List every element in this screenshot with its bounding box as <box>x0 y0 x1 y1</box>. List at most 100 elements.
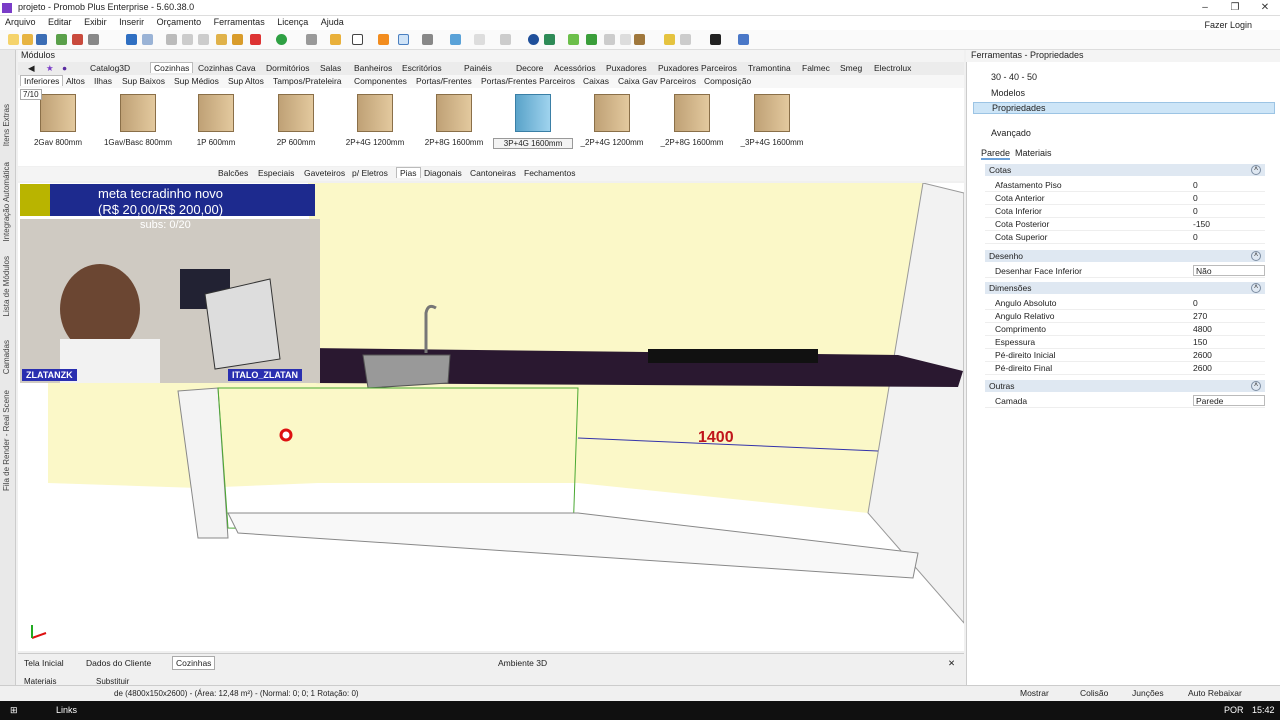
menu-exibir[interactable]: Exibir <box>79 16 112 28</box>
colisao-toggle[interactable]: Colisão <box>1080 688 1108 698</box>
auto-rebaixar-toggle[interactable]: Auto Rebaixar <box>1188 688 1242 698</box>
tab-tela-inicial[interactable]: Tela Inicial <box>20 656 68 670</box>
subtab-componentes[interactable]: Componentes <box>354 76 407 86</box>
module-item[interactable]: _3P+4G 1600mm <box>732 94 812 154</box>
prop-row[interactable]: Comprimento 4800 <box>985 323 1265 336</box>
tab-cozinhas-doc[interactable]: Cozinhas <box>172 656 216 670</box>
tab-dados-cliente[interactable]: Dados do Cliente <box>82 656 155 670</box>
prop-row[interactable]: Pé-direito Inicial 2600 <box>985 349 1265 362</box>
paste-icon[interactable] <box>198 34 209 45</box>
tab-parede[interactable]: Parede <box>981 148 1011 160</box>
nav-back-icon[interactable]: ◀ <box>28 63 35 74</box>
color-grid-icon[interactable] <box>738 34 749 45</box>
module-item[interactable]: 2P+8G 1600mm <box>414 94 494 154</box>
tab-pias[interactable]: Pias <box>396 167 421 178</box>
tab-substituir[interactable]: Substituir <box>96 677 129 686</box>
section-cotas[interactable]: Cotas ˄ <box>985 164 1265 176</box>
collapse-icon[interactable]: ˄ <box>1251 283 1261 293</box>
tab-cantoneiras[interactable]: Cantoneiras <box>470 168 516 178</box>
tool-icon[interactable] <box>232 34 243 45</box>
brush-icon[interactable] <box>216 34 227 45</box>
advanced-link[interactable]: Avançado <box>973 128 1031 138</box>
tab-diagonais[interactable]: Diagonais <box>424 168 462 178</box>
subtab-portas-parceiros[interactable]: Portas/Frentes Parceiros <box>481 76 575 86</box>
tab-acessorios[interactable]: Acessórios <box>554 63 596 73</box>
tab-dormitorios[interactable]: Dormitórios <box>266 63 309 73</box>
section-desenho[interactable]: Desenho ˄ <box>985 250 1265 262</box>
delete-icon[interactable] <box>250 34 261 45</box>
image-icon[interactable] <box>680 34 691 45</box>
arrow-right-icon[interactable] <box>586 34 597 45</box>
section-dimensoes[interactable]: Dimensões ˄ <box>985 282 1265 294</box>
tab-decore[interactable]: Decore <box>516 63 543 73</box>
module-item-selected[interactable]: 3P+4G 1600mm <box>493 94 573 154</box>
tab-salas[interactable]: Salas <box>320 63 341 73</box>
tab-tramontina[interactable]: Tramontina <box>748 63 791 73</box>
subtab-sup-baixos[interactable]: Sup Baixos <box>122 76 165 86</box>
prop-row[interactable]: Cota Anterior 0 <box>985 192 1265 205</box>
copy-icon[interactable] <box>182 34 193 45</box>
prop-row[interactable]: Camada Parede <box>985 395 1265 408</box>
eye-icon[interactable] <box>528 34 539 45</box>
prop-row[interactable]: Pé-direito Final 2600 <box>985 362 1265 375</box>
mostrar-button[interactable]: Mostrar <box>1020 688 1049 698</box>
arrow-left-icon[interactable] <box>544 34 555 45</box>
links-toolbar[interactable]: Links <box>56 705 77 715</box>
new-file-icon[interactable] <box>8 34 19 45</box>
layout-icon[interactable] <box>620 34 631 45</box>
prop-row[interactable]: Cota Inferior 0 <box>985 205 1265 218</box>
tab-puxadores[interactable]: Puxadores <box>606 63 647 73</box>
menu-ferramentas[interactable]: Ferramentas <box>209 16 270 28</box>
module-item[interactable]: _2P+4G 1200mm <box>572 94 652 154</box>
subtab-caixas[interactable]: Caixas <box>583 76 609 86</box>
cut-icon[interactable] <box>166 34 177 45</box>
prop-row[interactable]: Angulo Relativo 270 <box>985 310 1265 323</box>
module-item[interactable]: 1Gav/Basc 800mm <box>98 94 178 154</box>
prop-row[interactable]: Angulo Absoluto 0 <box>985 297 1265 310</box>
tool-modelos[interactable]: Modelos <box>973 88 1025 98</box>
select-cursor-icon[interactable] <box>398 34 409 45</box>
favorite-star-icon[interactable]: ★ <box>46 63 54 74</box>
tab-puxadores-parceiros[interactable]: Puxadores Parceiros <box>658 63 737 73</box>
tab-especiais[interactable]: Especiais <box>258 168 294 178</box>
save-icon[interactable] <box>36 34 47 45</box>
tab-balcoes[interactable]: Balcões <box>218 168 248 178</box>
rect-icon[interactable] <box>352 34 363 45</box>
menu-inserir[interactable]: Inserir <box>114 16 149 28</box>
tool-item[interactable]: 30 - 40 - 50 <box>973 72 1037 82</box>
menu-licenca[interactable]: Licença <box>272 16 313 28</box>
arrow-green-icon[interactable] <box>568 34 579 45</box>
login-link[interactable]: Fazer Login <box>1204 20 1252 30</box>
start-icon[interactable]: ⊞ <box>10 705 18 716</box>
tab-cozinhas[interactable]: Cozinhas <box>150 62 194 73</box>
tab-integracao[interactable]: Integração Automática <box>2 162 11 242</box>
tab-cozinhas-cava[interactable]: Cozinhas Cava <box>198 63 256 73</box>
subtab-ilhas[interactable]: Ilhas <box>94 76 112 86</box>
module-item[interactable]: 2P+4G 1200mm <box>335 94 415 154</box>
close-button[interactable]: ✕ <box>1250 0 1280 16</box>
tab-paineis[interactable]: Painéis <box>464 63 492 73</box>
collapse-icon[interactable]: ˄ <box>1251 165 1261 175</box>
tab-escritorios[interactable]: Escritórios <box>402 63 442 73</box>
tab-catalog3d[interactable]: Catalog3D <box>90 63 130 73</box>
menu-editar[interactable]: Editar <box>43 16 77 28</box>
move-icon[interactable] <box>710 34 721 45</box>
subtab-sup-medios[interactable]: Sup Médios <box>174 76 219 86</box>
prop-row[interactable]: Cota Superior 0 <box>985 231 1265 244</box>
section-outras[interactable]: Outras ˄ <box>985 380 1265 392</box>
tab-materiais-bottom[interactable]: Materiais <box>24 677 56 686</box>
tab-materiais[interactable]: Materiais <box>1015 148 1052 158</box>
minimize-button[interactable]: – <box>1190 0 1220 16</box>
menu-arquivo[interactable]: Arquivo <box>0 16 41 28</box>
subtab-portas-frentes[interactable]: Portas/Frentes <box>416 76 472 86</box>
tab-banheiros[interactable]: Banheiros <box>354 63 392 73</box>
redo-icon[interactable] <box>142 34 153 45</box>
subtab-composicao[interactable]: Composição <box>704 76 751 86</box>
maximize-button[interactable]: ❐ <box>1220 0 1250 16</box>
collapse-icon[interactable]: ˄ <box>1251 381 1261 391</box>
prop-row[interactable]: Cota Posterior -150 <box>985 218 1265 231</box>
subtab-sup-altos[interactable]: Sup Altos <box>228 76 264 86</box>
print-icon[interactable] <box>72 34 83 45</box>
tab-ambiente-3d[interactable]: Ambiente 3D <box>494 656 551 670</box>
palette-icon[interactable] <box>330 34 341 45</box>
